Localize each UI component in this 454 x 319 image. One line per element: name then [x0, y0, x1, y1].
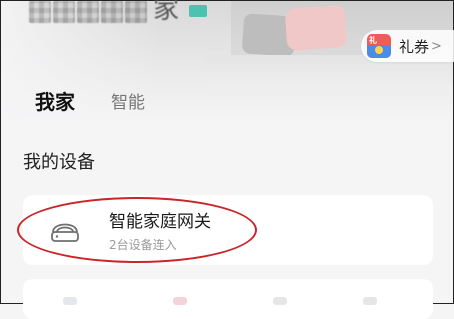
- coupon-button[interactable]: 礼 礼券 >: [361, 30, 454, 62]
- home-name-switcher[interactable]: 家: [29, 0, 208, 27]
- tab-my-home[interactable]: 我家: [35, 89, 81, 117]
- device-card[interactable]: [23, 279, 433, 319]
- device-card[interactable]: 智能家庭网关 2台设备连入: [23, 195, 433, 265]
- chevron-right-icon: >: [431, 38, 442, 54]
- tab-smart[interactable]: 智能: [111, 91, 145, 115]
- device-name: 智能家庭网关: [109, 212, 211, 232]
- section-title: 我的设备: [23, 152, 95, 173]
- gift-voucher-icon: 礼: [367, 34, 391, 58]
- coupon-label: 礼券: [399, 37, 430, 56]
- blurred-text: [29, 1, 51, 23]
- blurred-text: [101, 1, 123, 23]
- home-tabs: 我家 智能: [35, 89, 145, 117]
- gateway-icon: [51, 223, 79, 242]
- blurred-text: [53, 1, 75, 23]
- pillow-image: [284, 4, 348, 52]
- coupon-icon-text: 礼: [369, 36, 377, 45]
- blurred-text: [125, 1, 147, 23]
- coupon-icon-star: [375, 46, 383, 54]
- tab-label: 我家: [35, 90, 75, 114]
- blurred-text: [77, 1, 99, 23]
- home-tag-badge: [189, 5, 208, 17]
- device-status: 2台设备连入: [109, 238, 177, 252]
- home-name: 家: [153, 0, 180, 25]
